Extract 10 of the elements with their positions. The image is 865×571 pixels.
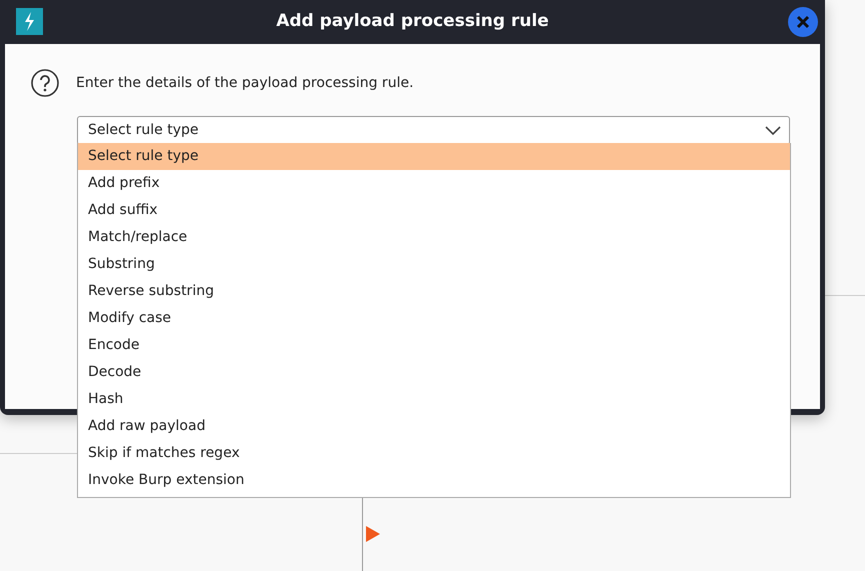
close-button[interactable] bbox=[788, 7, 818, 37]
close-icon bbox=[796, 15, 810, 29]
dropdown-option[interactable]: Select rule type bbox=[78, 143, 790, 170]
caret-icon bbox=[765, 126, 781, 136]
help-icon bbox=[30, 68, 60, 98]
dialog-title: Add payload processing rule bbox=[276, 10, 549, 34]
instruction-text: Enter the details of the payload processing rule. bbox=[76, 74, 414, 92]
rule-type-select[interactable]: Select rule type bbox=[77, 116, 790, 145]
app-icon bbox=[16, 8, 43, 35]
play-icon bbox=[366, 526, 380, 542]
